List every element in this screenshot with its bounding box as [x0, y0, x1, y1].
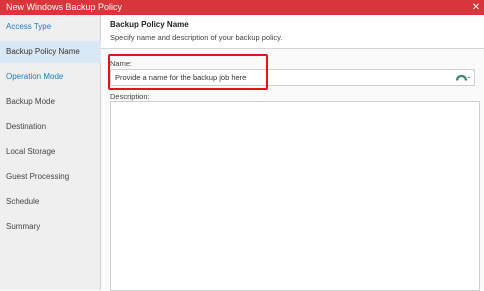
sidebar-item-guest-processing: Guest Processing [6, 172, 70, 181]
name-label: Name: [110, 59, 133, 68]
sidebar-item-operation-mode[interactable]: Operation Mode [0, 66, 101, 88]
wizard-sidebar: Access Type Backup Policy Name Operation… [0, 15, 101, 290]
password-manager-icon[interactable] [453, 71, 473, 84]
page-title: Backup Policy Name [110, 20, 189, 29]
sidebar-item-destination: Destination [6, 122, 47, 131]
sidebar-item-backup-policy-name[interactable]: Backup Policy Name [0, 41, 101, 63]
name-input[interactable] [110, 69, 475, 86]
page-subtitle: Specify name and description of your bac… [110, 33, 283, 42]
sidebar-item-schedule: Schedule [6, 197, 40, 206]
sidebar-item-summary: Summary [6, 222, 41, 231]
form-content: Name: Description: [101, 49, 484, 291]
page-header: Backup Policy Name Specify name and desc… [101, 15, 484, 49]
title-bar: New Windows Backup Policy ✕ [0, 0, 484, 15]
sidebar-item-access-type[interactable]: Access Type [0, 16, 101, 38]
description-label: Description: [110, 92, 150, 101]
window-title: New Windows Backup Policy [6, 2, 123, 12]
description-textarea[interactable] [110, 101, 480, 291]
sidebar-item-backup-mode: Backup Mode [6, 97, 55, 106]
sidebar-item-local-storage: Local Storage [6, 147, 56, 156]
close-icon[interactable]: ✕ [470, 0, 482, 15]
